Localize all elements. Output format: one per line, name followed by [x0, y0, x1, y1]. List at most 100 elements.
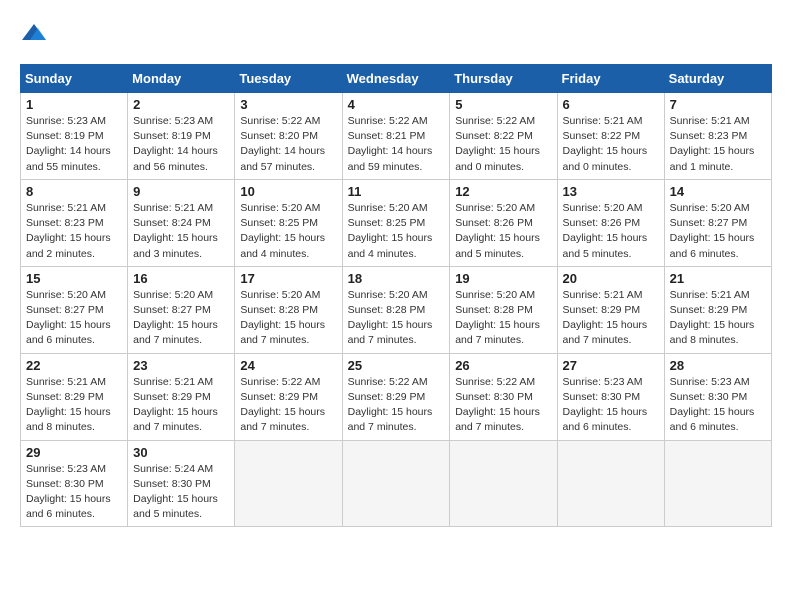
calendar-day-cell: 2 Sunrise: 5:23 AM Sunset: 8:19 PM Dayli… — [128, 93, 235, 180]
day-info: Sunrise: 5:21 AM Sunset: 8:29 PM Dayligh… — [133, 375, 229, 436]
daylight-label: Daylight: 15 hours and 5 minutes. — [455, 232, 540, 259]
sunset-label: Sunset: 8:26 PM — [563, 217, 641, 229]
calendar-day-cell: 1 Sunrise: 5:23 AM Sunset: 8:19 PM Dayli… — [21, 93, 128, 180]
day-info: Sunrise: 5:23 AM Sunset: 8:19 PM Dayligh… — [133, 114, 229, 175]
weekday-header: Thursday — [450, 65, 557, 93]
day-info: Sunrise: 5:21 AM Sunset: 8:23 PM Dayligh… — [670, 114, 766, 175]
day-number: 28 — [670, 358, 766, 373]
day-number: 16 — [133, 271, 229, 286]
day-info: Sunrise: 5:22 AM Sunset: 8:29 PM Dayligh… — [240, 375, 336, 436]
day-number: 5 — [455, 97, 551, 112]
day-info: Sunrise: 5:21 AM Sunset: 8:29 PM Dayligh… — [670, 288, 766, 349]
sunrise-label: Sunrise: 5:20 AM — [670, 202, 750, 214]
day-info: Sunrise: 5:20 AM Sunset: 8:25 PM Dayligh… — [348, 201, 445, 262]
daylight-label: Daylight: 15 hours and 7 minutes. — [240, 319, 325, 346]
daylight-label: Daylight: 15 hours and 1 minute. — [670, 145, 755, 172]
calendar-day-cell: 7 Sunrise: 5:21 AM Sunset: 8:23 PM Dayli… — [664, 93, 771, 180]
daylight-label: Daylight: 14 hours and 56 minutes. — [133, 145, 218, 172]
sunset-label: Sunset: 8:30 PM — [133, 478, 211, 490]
sunrise-label: Sunrise: 5:21 AM — [670, 289, 750, 301]
sunset-label: Sunset: 8:30 PM — [563, 391, 641, 403]
sunset-label: Sunset: 8:27 PM — [26, 304, 104, 316]
sunset-label: Sunset: 8:22 PM — [563, 130, 641, 142]
day-info: Sunrise: 5:21 AM Sunset: 8:29 PM Dayligh… — [26, 375, 122, 436]
sunrise-label: Sunrise: 5:22 AM — [348, 115, 428, 127]
sunrise-label: Sunrise: 5:24 AM — [133, 463, 213, 475]
calendar-day-cell: 26 Sunrise: 5:22 AM Sunset: 8:30 PM Dayl… — [450, 353, 557, 440]
sunset-label: Sunset: 8:28 PM — [348, 304, 426, 316]
calendar-week-row: 29 Sunrise: 5:23 AM Sunset: 8:30 PM Dayl… — [21, 440, 772, 527]
day-info: Sunrise: 5:21 AM Sunset: 8:23 PM Dayligh… — [26, 201, 122, 262]
calendar-day-cell: 6 Sunrise: 5:21 AM Sunset: 8:22 PM Dayli… — [557, 93, 664, 180]
daylight-label: Daylight: 15 hours and 5 minutes. — [133, 493, 218, 520]
sunrise-label: Sunrise: 5:22 AM — [455, 376, 535, 388]
sunset-label: Sunset: 8:19 PM — [26, 130, 104, 142]
daylight-label: Daylight: 15 hours and 7 minutes. — [348, 406, 433, 433]
calendar-day-cell: 19 Sunrise: 5:20 AM Sunset: 8:28 PM Dayl… — [450, 266, 557, 353]
sunrise-label: Sunrise: 5:23 AM — [670, 376, 750, 388]
day-info: Sunrise: 5:20 AM Sunset: 8:28 PM Dayligh… — [348, 288, 445, 349]
day-number: 24 — [240, 358, 336, 373]
sunrise-label: Sunrise: 5:23 AM — [563, 376, 643, 388]
weekday-header: Friday — [557, 65, 664, 93]
calendar-day-cell — [664, 440, 771, 527]
weekday-header: Saturday — [664, 65, 771, 93]
sunset-label: Sunset: 8:26 PM — [455, 217, 533, 229]
page-header — [20, 20, 772, 48]
day-number: 19 — [455, 271, 551, 286]
daylight-label: Daylight: 15 hours and 8 minutes. — [670, 319, 755, 346]
sunrise-label: Sunrise: 5:22 AM — [455, 115, 535, 127]
calendar-week-row: 22 Sunrise: 5:21 AM Sunset: 8:29 PM Dayl… — [21, 353, 772, 440]
sunset-label: Sunset: 8:20 PM — [240, 130, 318, 142]
day-number: 22 — [26, 358, 122, 373]
sunrise-label: Sunrise: 5:20 AM — [348, 202, 428, 214]
sunset-label: Sunset: 8:30 PM — [455, 391, 533, 403]
day-info: Sunrise: 5:21 AM Sunset: 8:29 PM Dayligh… — [563, 288, 659, 349]
day-number: 21 — [670, 271, 766, 286]
day-info: Sunrise: 5:22 AM Sunset: 8:21 PM Dayligh… — [348, 114, 445, 175]
day-info: Sunrise: 5:23 AM Sunset: 8:30 PM Dayligh… — [26, 462, 122, 523]
sunrise-label: Sunrise: 5:20 AM — [240, 289, 320, 301]
day-number: 11 — [348, 184, 445, 199]
sunset-label: Sunset: 8:24 PM — [133, 217, 211, 229]
day-number: 20 — [563, 271, 659, 286]
sunset-label: Sunset: 8:23 PM — [670, 130, 748, 142]
daylight-label: Daylight: 14 hours and 59 minutes. — [348, 145, 433, 172]
day-number: 6 — [563, 97, 659, 112]
day-info: Sunrise: 5:22 AM Sunset: 8:29 PM Dayligh… — [348, 375, 445, 436]
logo — [20, 20, 52, 48]
day-info: Sunrise: 5:20 AM Sunset: 8:28 PM Dayligh… — [455, 288, 551, 349]
day-number: 29 — [26, 445, 122, 460]
daylight-label: Daylight: 15 hours and 2 minutes. — [26, 232, 111, 259]
sunset-label: Sunset: 8:29 PM — [240, 391, 318, 403]
sunrise-label: Sunrise: 5:20 AM — [563, 202, 643, 214]
calendar-week-row: 1 Sunrise: 5:23 AM Sunset: 8:19 PM Dayli… — [21, 93, 772, 180]
day-number: 15 — [26, 271, 122, 286]
day-number: 18 — [348, 271, 445, 286]
day-number: 13 — [563, 184, 659, 199]
sunset-label: Sunset: 8:28 PM — [455, 304, 533, 316]
sunrise-label: Sunrise: 5:22 AM — [348, 376, 428, 388]
calendar-day-cell: 20 Sunrise: 5:21 AM Sunset: 8:29 PM Dayl… — [557, 266, 664, 353]
calendar-day-cell: 24 Sunrise: 5:22 AM Sunset: 8:29 PM Dayl… — [235, 353, 342, 440]
calendar-day-cell: 18 Sunrise: 5:20 AM Sunset: 8:28 PM Dayl… — [342, 266, 450, 353]
day-number: 2 — [133, 97, 229, 112]
daylight-label: Daylight: 15 hours and 5 minutes. — [563, 232, 648, 259]
sunrise-label: Sunrise: 5:20 AM — [455, 289, 535, 301]
day-number: 23 — [133, 358, 229, 373]
day-info: Sunrise: 5:20 AM Sunset: 8:27 PM Dayligh… — [26, 288, 122, 349]
calendar-day-cell: 25 Sunrise: 5:22 AM Sunset: 8:29 PM Dayl… — [342, 353, 450, 440]
day-number: 1 — [26, 97, 122, 112]
sunrise-label: Sunrise: 5:21 AM — [133, 376, 213, 388]
sunset-label: Sunset: 8:29 PM — [670, 304, 748, 316]
calendar-day-cell: 10 Sunrise: 5:20 AM Sunset: 8:25 PM Dayl… — [235, 179, 342, 266]
day-info: Sunrise: 5:20 AM Sunset: 8:27 PM Dayligh… — [670, 201, 766, 262]
daylight-label: Daylight: 15 hours and 6 minutes. — [670, 406, 755, 433]
day-number: 8 — [26, 184, 122, 199]
sunrise-label: Sunrise: 5:22 AM — [240, 115, 320, 127]
day-number: 30 — [133, 445, 229, 460]
calendar-day-cell: 15 Sunrise: 5:20 AM Sunset: 8:27 PM Dayl… — [21, 266, 128, 353]
calendar-day-cell — [557, 440, 664, 527]
daylight-label: Daylight: 14 hours and 57 minutes. — [240, 145, 325, 172]
day-info: Sunrise: 5:21 AM Sunset: 8:22 PM Dayligh… — [563, 114, 659, 175]
